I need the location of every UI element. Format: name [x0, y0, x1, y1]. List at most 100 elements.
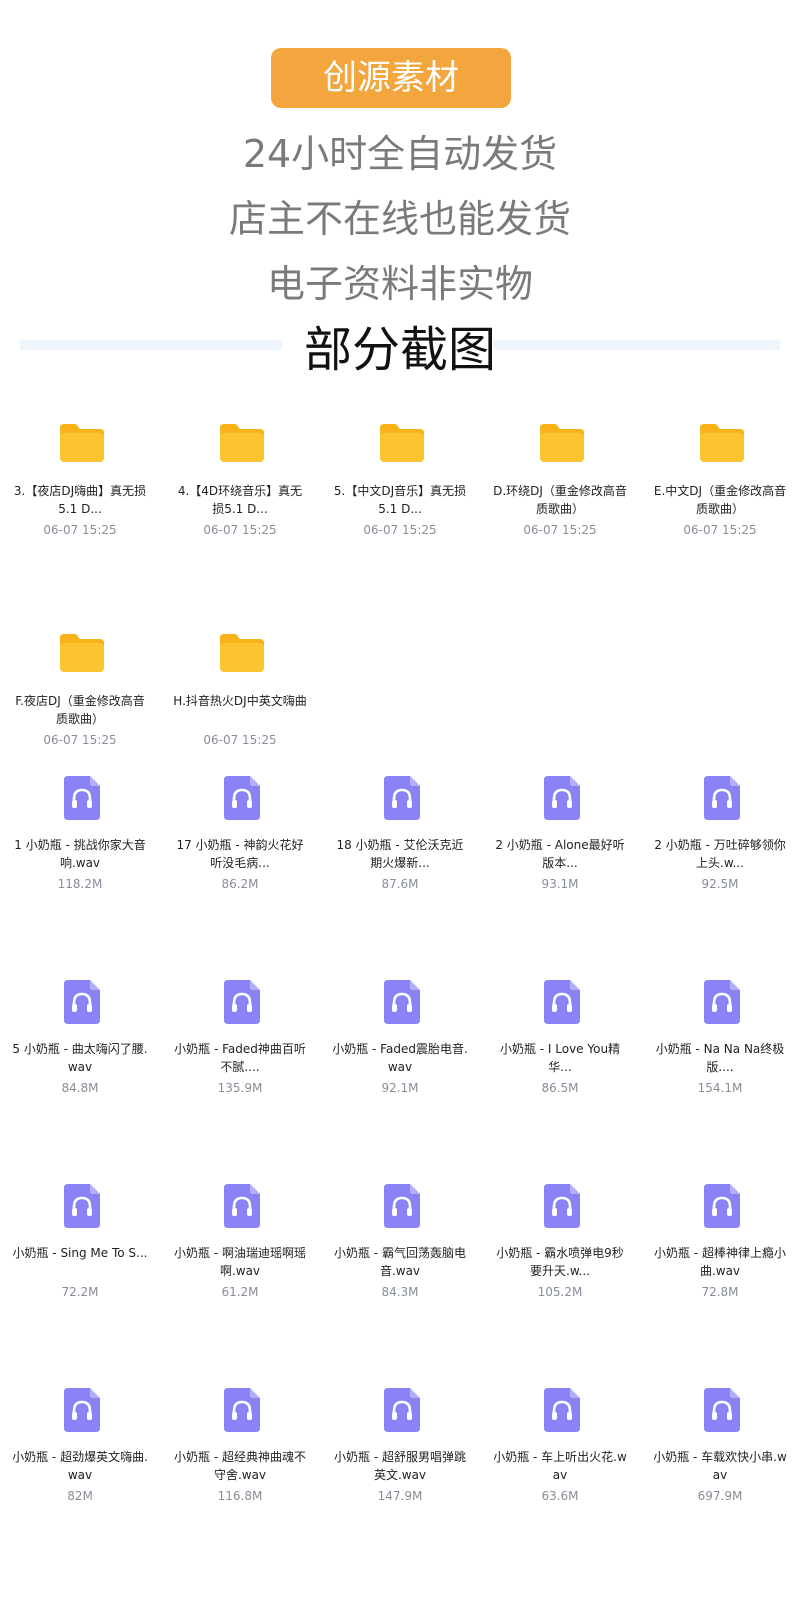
audio-file-size: 87.6M	[381, 877, 419, 891]
folder-icon	[698, 422, 746, 464]
audio-file-icon	[224, 980, 260, 1024]
audio-file-icon	[224, 1388, 260, 1432]
audio-file-size: 116.8M	[217, 1489, 263, 1503]
audio-file-size: 118.2M	[57, 877, 103, 891]
audio-file-icon	[704, 776, 740, 820]
audio-file-icon	[704, 1388, 740, 1432]
audio-file-name: 小奶瓶 - 霸水喷弹电9秒要升天.w...	[496, 1246, 624, 1278]
folder-item[interactable]: D.环绕DJ（重金修改高音质歌曲） 06-07 15:25	[480, 400, 640, 610]
audio-file-item[interactable]: 2 小奶瓶 - Alone最好听版本... 93.1M	[480, 776, 640, 980]
folder-name: 5.【中文DJ音乐】真无损5.1 D...	[333, 484, 467, 516]
audio-file-name: 小奶瓶 - 超舒服男唱弹跳英文.wav	[334, 1450, 466, 1482]
audio-file-size: 63.6M	[541, 1489, 579, 1503]
audio-file-size: 86.2M	[221, 877, 259, 891]
folder-item[interactable]: 3.【夜店DJ嗨曲】真无损5.1 D... 06-07 15:25	[0, 400, 160, 610]
audio-file-item[interactable]: 5 小奶瓶 - 曲太嗨闪了腰.wav 84.8M	[0, 980, 160, 1184]
audio-file-item[interactable]: 小奶瓶 - 霸气回荡轰脑电音.wav 84.3M	[320, 1184, 480, 1388]
audio-file-item[interactable]: 小奶瓶 - Faded震胎电音.wav 92.1M	[320, 980, 480, 1184]
audio-file-item[interactable]: 小奶瓶 - 啊油瑞迪瑶啊瑶啊.wav 61.2M	[160, 1184, 320, 1388]
audio-file-icon	[384, 1388, 420, 1432]
audio-file-icon	[384, 776, 420, 820]
audio-file-icon	[544, 980, 580, 1024]
folder-date: 06-07 15:25	[683, 523, 757, 537]
audio-file-item[interactable]: 小奶瓶 - 超劲爆英文嗨曲.wav 82M	[0, 1388, 160, 1592]
folder-icon	[58, 422, 106, 464]
folder-item[interactable]: E.中文DJ（重金修改高音质歌曲） 06-07 15:25	[640, 400, 800, 610]
folder-icon	[378, 422, 426, 464]
audio-file-size: 72.8M	[701, 1285, 739, 1299]
audio-file-name: 小奶瓶 - Na Na Na终极版....	[655, 1042, 785, 1074]
folder-name: 3.【夜店DJ嗨曲】真无损5.1 D...	[13, 484, 147, 516]
folder-icon	[218, 422, 266, 464]
audio-file-icon	[544, 1388, 580, 1432]
audio-file-item[interactable]: 小奶瓶 - 超经典神曲魂不守舍.wav 116.8M	[160, 1388, 320, 1592]
audio-file-name: 小奶瓶 - 超劲爆英文嗨曲.wav	[12, 1450, 148, 1482]
folder-date: 06-07 15:25	[363, 523, 437, 537]
folder-icon	[538, 422, 586, 464]
folder-date: 06-07 15:25	[203, 523, 277, 537]
audio-file-size: 93.1M	[541, 877, 579, 891]
audio-file-icon	[384, 1184, 420, 1228]
audio-file-size: 135.9M	[217, 1081, 263, 1095]
audio-file-item[interactable]: 1 小奶瓶 - 挑战你家大音响.wav 118.2M	[0, 776, 160, 980]
audio-grid: 1 小奶瓶 - 挑战你家大音响.wav 118.2M 17 小奶瓶 - 神韵火花好听…	[0, 776, 800, 1592]
brand-badge: 创源素材	[271, 48, 511, 108]
tagline-digital-goods: 电子资料非实物	[266, 262, 533, 306]
audio-file-name: 5 小奶瓶 - 曲太嗨闪了腰.wav	[12, 1042, 148, 1074]
audio-file-item[interactable]: 小奶瓶 - 超棒神律上瘾小曲.wav 72.8M	[640, 1184, 800, 1388]
folder-item[interactable]: 4.【4D环绕音乐】真无损5.1 D... 06-07 15:25	[160, 400, 320, 610]
folder-date: 06-07 15:25	[203, 733, 277, 747]
audio-file-item[interactable]: 2 小奶瓶 - 万吐碎够领你上头.w... 92.5M	[640, 776, 800, 980]
audio-file-item[interactable]: 小奶瓶 - Na Na Na终极版.... 154.1M	[640, 980, 800, 1184]
audio-file-name: 2 小奶瓶 - 万吐碎够领你上头.w...	[654, 838, 786, 870]
audio-file-item[interactable]: 17 小奶瓶 - 神韵火花好听没毛病... 86.2M	[160, 776, 320, 980]
audio-file-name: 17 小奶瓶 - 神韵火花好听没毛病...	[176, 838, 304, 870]
audio-file-size: 105.2M	[537, 1285, 583, 1299]
audio-file-item[interactable]: 小奶瓶 - I Love You精华... 86.5M	[480, 980, 640, 1184]
audio-file-icon	[64, 1184, 100, 1228]
audio-file-item[interactable]: 小奶瓶 - 霸水喷弹电9秒要升天.w... 105.2M	[480, 1184, 640, 1388]
audio-file-name: 小奶瓶 - 超棒神律上瘾小曲.wav	[654, 1246, 786, 1278]
audio-file-size: 92.5M	[701, 877, 739, 891]
audio-file-name: 小奶瓶 - 超经典神曲魂不守舍.wav	[174, 1450, 306, 1482]
audio-file-item[interactable]: 小奶瓶 - Faded神曲百听不腻.... 135.9M	[160, 980, 320, 1184]
audio-file-icon	[64, 1388, 100, 1432]
audio-file-size: 147.9M	[377, 1489, 423, 1503]
audio-file-icon	[384, 980, 420, 1024]
audio-file-icon	[544, 776, 580, 820]
audio-file-name: 2 小奶瓶 - Alone最好听版本...	[495, 838, 625, 870]
audio-file-size: 84.3M	[381, 1285, 419, 1299]
audio-file-size: 154.1M	[697, 1081, 743, 1095]
audio-file-name: 小奶瓶 - 霸气回荡轰脑电音.wav	[334, 1246, 466, 1278]
audio-file-item[interactable]: 小奶瓶 - Sing Me To S... 72.2M	[0, 1184, 160, 1388]
audio-file-name: 小奶瓶 - Faded神曲百听不腻....	[174, 1042, 306, 1074]
audio-file-item[interactable]: 18 小奶瓶 - 艾伦沃克近期火爆新... 87.6M	[320, 776, 480, 980]
folder-name: D.环绕DJ（重金修改高音质歌曲）	[493, 484, 627, 516]
audio-file-icon	[544, 1184, 580, 1228]
audio-file-icon	[64, 980, 100, 1024]
audio-file-icon	[704, 980, 740, 1024]
audio-file-name: 小奶瓶 - 车上听出火花.wav	[493, 1450, 627, 1482]
folder-date: 06-07 15:25	[43, 523, 117, 537]
audio-file-icon	[704, 1184, 740, 1228]
folder-icon	[58, 632, 106, 674]
folder-name: E.中文DJ（重金修改高音质歌曲）	[653, 484, 787, 516]
tagline-auto-delivery: 24小时全自动发货	[242, 132, 558, 176]
audio-file-size: 72.2M	[61, 1285, 99, 1299]
audio-file-name: 18 小奶瓶 - 艾伦沃克近期火爆新...	[336, 838, 464, 870]
audio-file-name: 小奶瓶 - Faded震胎电音.wav	[332, 1042, 468, 1074]
audio-file-icon	[224, 1184, 260, 1228]
folder-date: 06-07 15:25	[523, 523, 597, 537]
audio-file-name: 1 小奶瓶 - 挑战你家大音响.wav	[14, 838, 146, 870]
audio-file-size: 92.1M	[381, 1081, 419, 1095]
audio-file-item[interactable]: 小奶瓶 - 车上听出火花.wav 63.6M	[480, 1388, 640, 1592]
folder-item[interactable]: 5.【中文DJ音乐】真无损5.1 D... 06-07 15:25	[320, 400, 480, 610]
audio-file-name: 小奶瓶 - 啊油瑞迪瑶啊瑶啊.wav	[174, 1246, 306, 1278]
audio-file-item[interactable]: 小奶瓶 - 超舒服男唱弹跳英文.wav 147.9M	[320, 1388, 480, 1592]
file-grid: 3.【夜店DJ嗨曲】真无损5.1 D... 06-07 15:25 4.【4D环绕…	[0, 400, 800, 820]
audio-file-size: 86.5M	[541, 1081, 579, 1095]
audio-file-name: 小奶瓶 - I Love You精华...	[499, 1042, 621, 1074]
audio-file-size: 84.8M	[61, 1081, 99, 1095]
audio-file-item[interactable]: 小奶瓶 - 车载欢快小串.wav 697.9M	[640, 1388, 800, 1592]
audio-file-name: 小奶瓶 - 车载欢快小串.wav	[653, 1450, 787, 1482]
